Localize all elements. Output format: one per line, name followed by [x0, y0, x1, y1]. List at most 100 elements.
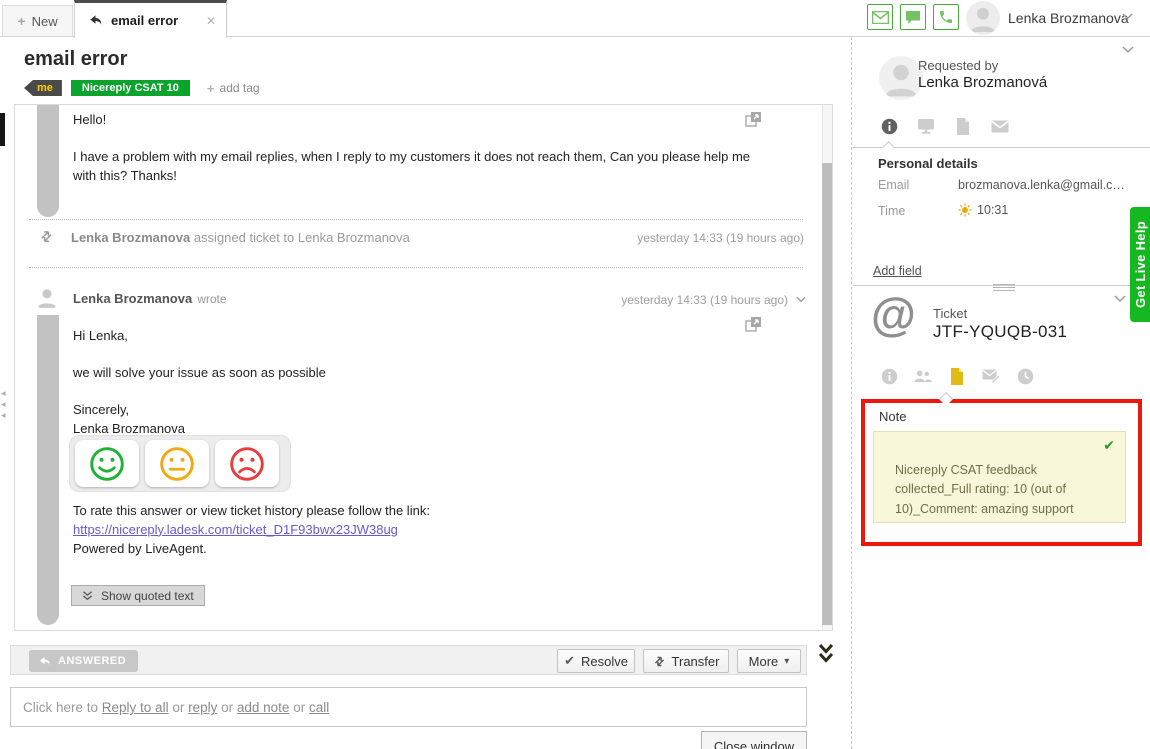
new-chat-button[interactable] [900, 4, 926, 30]
ticket-note[interactable]: ✔ Nicereply CSAT feedback collected_Full… [873, 431, 1126, 523]
user-avatar[interactable] [966, 1, 1000, 35]
ticket-sidebar: Requested by Lenka Brozmanová Personal d… [851, 37, 1150, 749]
scrollbar-thumb[interactable] [822, 163, 832, 625]
info-tab-icon[interactable] [880, 367, 898, 385]
add-tag-button[interactable]: + add tag [207, 81, 260, 96]
user-menu[interactable]: Lenka Brozmanova [1008, 10, 1129, 26]
sun-icon [958, 203, 972, 217]
resolve-button[interactable]: ✔ Resolve [557, 649, 635, 673]
rating-good-button[interactable] [75, 440, 139, 487]
plus-icon: + [17, 13, 25, 29]
status-label: ANSWERED [58, 655, 126, 667]
ticket-tab-email-error[interactable]: email error ✕ [74, 0, 227, 38]
close-window-button[interactable]: Close window [701, 731, 807, 749]
mail-edit-tab-icon[interactable] [982, 367, 1000, 385]
transfer-button[interactable]: Transfer [643, 649, 729, 673]
rating-link-block: To rate this answer or view ticket histo… [73, 502, 430, 559]
top-tab-bar: + New email error ✕ Len [0, 0, 1150, 37]
or-separator: or [289, 700, 309, 715]
reply-to-all-link[interactable]: Reply to all [102, 700, 169, 715]
check-icon: ✔ [564, 653, 575, 669]
note-heading: Note [879, 409, 906, 424]
active-tab-notch [882, 141, 895, 154]
monitor-tab-icon[interactable] [917, 117, 935, 135]
chevron-down-icon[interactable] [1122, 46, 1134, 54]
ticket-thread: Hello! I have a problem with my email re… [14, 104, 833, 631]
history-clock-tab-icon[interactable] [1016, 367, 1034, 385]
tag-me[interactable]: me [24, 80, 62, 96]
active-tab-label: email error [111, 13, 198, 28]
message-text: I have a problem with my email replies, … [73, 148, 773, 186]
divider [29, 219, 803, 220]
add-note-link[interactable]: add note [237, 700, 290, 715]
new-email-button[interactable] [867, 4, 893, 30]
powered-by: Powered by LiveAgent. [73, 540, 430, 559]
mail-tab-icon[interactable] [991, 117, 1009, 135]
resolve-label: Resolve [581, 654, 628, 669]
time-row: 10:31 [958, 203, 1008, 217]
chevron-down-icon[interactable] [1114, 295, 1126, 303]
or-separator: or [169, 700, 189, 715]
requester-name: Lenka Brozmanová [918, 74, 1047, 91]
caret-down-icon: ▾ [784, 656, 789, 667]
time-label: Time [878, 204, 905, 218]
message-timestamp: yesterday 14:33 (19 hours ago) [621, 293, 788, 307]
system-event-text: Lenka Brozmanova assigned ticket to Lenk… [71, 230, 410, 245]
app-window: + New email error ✕ Len [0, 0, 1150, 749]
ticket-id: JTF-YQUQB-031 [933, 322, 1067, 342]
new-tab-label: New [32, 14, 58, 29]
info-tab-icon[interactable] [880, 117, 898, 135]
reply-compose-bar[interactable]: Click here to Reply to all or reply or a… [10, 687, 807, 727]
assign-transfer-icon [39, 229, 54, 244]
more-button[interactable]: More ▾ [737, 649, 801, 673]
get-live-help-tab[interactable]: Get Live Help [1130, 207, 1150, 322]
notes-tab-icon[interactable] [948, 367, 966, 385]
add-field-link[interactable]: Add field [873, 264, 922, 278]
transfer-icon [653, 655, 666, 668]
panel-collapse-handle[interactable]: ◂◂◂ [1, 388, 6, 421]
double-chevron-down-icon [82, 591, 93, 600]
wrote-label: wrote [197, 292, 226, 306]
more-label: More [749, 654, 779, 669]
show-quoted-text-button[interactable]: Show quoted text [71, 585, 205, 606]
scrollbar[interactable] [822, 105, 832, 630]
reply-greeting: Hi Lenka, [73, 327, 753, 346]
new-call-button[interactable] [933, 4, 959, 30]
document-tab-icon[interactable] [954, 117, 972, 135]
check-icon: ✔ [1103, 437, 1115, 454]
message-indicator-bar [37, 315, 59, 625]
rating-neutral-button[interactable] [145, 440, 209, 487]
tags-row: me Nicereply CSAT 10 + add tag [24, 80, 260, 96]
tag-nicereply-csat[interactable]: Nicereply CSAT 10 [71, 80, 190, 96]
resize-grip[interactable] [993, 282, 1015, 291]
requested-by-label: Requested by [918, 58, 998, 73]
plus-icon: + [207, 81, 215, 96]
ticket-label: Ticket [933, 306, 967, 321]
reply-prefix: Click here to [23, 700, 102, 715]
system-event-actor: Lenka Brozmanova [71, 230, 190, 245]
message-author: Lenka Brozmanovawrote [73, 291, 227, 306]
transfer-label: Transfer [672, 654, 720, 669]
phone-icon [938, 9, 954, 25]
chevron-down-icon[interactable] [796, 296, 806, 303]
time-value: 10:31 [977, 203, 1008, 217]
chevron-down-icon[interactable] [1122, 13, 1133, 20]
rating-bad-button[interactable] [215, 440, 279, 487]
new-ticket-tab[interactable]: + New [2, 5, 73, 36]
contacts-tab-icon[interactable] [914, 367, 932, 385]
annotation-highlight-box: Note ✔ Nicereply CSAT feedback collected… [861, 399, 1142, 546]
reply-link[interactable]: reply [188, 700, 217, 715]
at-symbol-icon: @ [871, 287, 916, 341]
reply-text: we will solve your issue as soon as poss… [73, 364, 753, 383]
collapse-thread-icon[interactable] [818, 643, 834, 664]
rating-link[interactable]: https://nicereply.ladesk.com/ticket_D1F9… [73, 522, 398, 537]
ticket-action-bar: ANSWERED ✔ Resolve Transfer More ▾ [10, 645, 807, 675]
system-event-row: Lenka Brozmanova assigned ticket to Lenk… [15, 221, 832, 255]
ticket-icon-tabs [880, 367, 1034, 385]
requester-avatar [879, 56, 923, 100]
divider [29, 267, 803, 268]
close-tab-icon[interactable]: ✕ [206, 14, 216, 28]
call-link[interactable]: call [309, 700, 329, 715]
smiley-neutral-icon [158, 445, 196, 483]
smiley-happy-icon [88, 445, 126, 483]
